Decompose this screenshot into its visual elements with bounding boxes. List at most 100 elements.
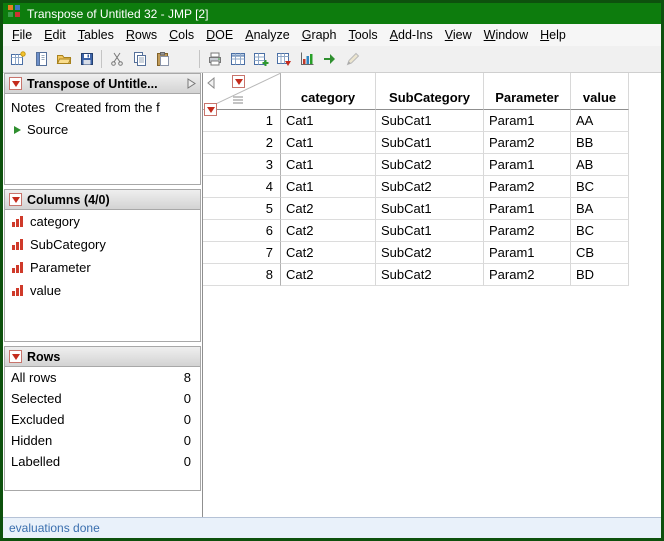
- table-cell[interactable]: SubCat1: [376, 132, 484, 154]
- table-cell[interactable]: BC: [571, 220, 629, 242]
- new-journal-icon[interactable]: [29, 48, 52, 70]
- column-header-value[interactable]: value: [571, 73, 629, 110]
- paste-icon[interactable]: [151, 48, 174, 70]
- table-cell[interactable]: SubCat2: [376, 154, 484, 176]
- table-cell[interactable]: Cat1: [281, 110, 376, 132]
- table-cell[interactable]: Cat1: [281, 154, 376, 176]
- column-header-subcategory[interactable]: SubCategory: [376, 73, 484, 110]
- save-icon[interactable]: [75, 48, 98, 70]
- table-cell[interactable]: Cat2: [281, 198, 376, 220]
- menu-addins[interactable]: Add-Ins: [384, 26, 439, 44]
- new-column-icon[interactable]: [249, 48, 272, 70]
- menu-rows[interactable]: Rows: [120, 26, 163, 44]
- stat-selected[interactable]: Selected 0: [5, 388, 200, 409]
- menu-window[interactable]: Window: [478, 26, 534, 44]
- rows-corner-red-triangle-menu[interactable]: [204, 103, 217, 116]
- data-table-icon[interactable]: [226, 48, 249, 70]
- row-number[interactable]: 2: [203, 132, 281, 154]
- column-list-icon[interactable]: [232, 92, 244, 110]
- row-number[interactable]: 4: [203, 176, 281, 198]
- stat-label: Labelled: [11, 454, 61, 469]
- menu-cols[interactable]: Cols: [163, 26, 200, 44]
- table-cell[interactable]: Param1: [484, 110, 571, 132]
- table-cell[interactable]: BB: [571, 132, 629, 154]
- cut-icon[interactable]: [105, 48, 128, 70]
- collapse-sidebar-icon[interactable]: [206, 76, 216, 94]
- table-cell[interactable]: SubCat2: [376, 242, 484, 264]
- table-cell[interactable]: Param2: [484, 132, 571, 154]
- table-cell[interactable]: AA: [571, 110, 629, 132]
- menu-help[interactable]: Help: [534, 26, 572, 44]
- table-cell[interactable]: AB: [571, 154, 629, 176]
- columns-corner-red-triangle-menu[interactable]: [232, 75, 245, 88]
- column-item-category[interactable]: category: [5, 210, 200, 233]
- title-bar[interactable]: Transpose of Untitled 32 - JMP [2]: [3, 3, 661, 24]
- row-number[interactable]: 6: [203, 220, 281, 242]
- column-item-parameter[interactable]: Parameter: [5, 256, 200, 279]
- print-icon[interactable]: [203, 48, 226, 70]
- window-title: Transpose of Untitled 32 - JMP [2]: [27, 6, 209, 21]
- table-cell[interactable]: Param1: [484, 198, 571, 220]
- panel-expand-icon[interactable]: [187, 78, 196, 89]
- table-cell[interactable]: Param2: [484, 220, 571, 242]
- stat-hidden[interactable]: Hidden 0: [5, 430, 200, 451]
- nominal-column-icon: [12, 285, 23, 296]
- column-header-category[interactable]: category: [281, 73, 376, 110]
- open-icon[interactable]: [52, 48, 75, 70]
- table-cell[interactable]: SubCat1: [376, 110, 484, 132]
- table-cell[interactable]: Param1: [484, 154, 571, 176]
- table-cell[interactable]: BD: [571, 264, 629, 286]
- column-header-parameter[interactable]: Parameter: [484, 73, 571, 110]
- toolbar-separator: [199, 50, 200, 68]
- table-menu-icon[interactable]: [272, 48, 295, 70]
- copy-icon[interactable]: [128, 48, 151, 70]
- chart-icon[interactable]: [295, 48, 318, 70]
- table-cell[interactable]: BC: [571, 176, 629, 198]
- table-cell[interactable]: Cat2: [281, 242, 376, 264]
- table-cell[interactable]: CB: [571, 242, 629, 264]
- row-number[interactable]: 7: [203, 242, 281, 264]
- table-cell[interactable]: SubCat1: [376, 198, 484, 220]
- rows-red-triangle-menu[interactable]: [9, 350, 22, 363]
- row-number[interactable]: 3: [203, 154, 281, 176]
- table-cell[interactable]: Cat2: [281, 264, 376, 286]
- column-item-subcategory[interactable]: SubCategory: [5, 233, 200, 256]
- row-number[interactable]: 8: [203, 264, 281, 286]
- stat-excluded[interactable]: Excluded 0: [5, 409, 200, 430]
- table-cell[interactable]: Param1: [484, 242, 571, 264]
- notes-row[interactable]: Notes Created from the f: [5, 94, 200, 115]
- table-cell[interactable]: Cat2: [281, 220, 376, 242]
- stat-value: 0: [183, 412, 191, 427]
- new-data-table-icon[interactable]: [6, 48, 29, 70]
- menu-file[interactable]: File: [6, 26, 38, 44]
- table-cell[interactable]: SubCat1: [376, 220, 484, 242]
- menu-edit[interactable]: Edit: [38, 26, 72, 44]
- menu-tools[interactable]: Tools: [342, 26, 383, 44]
- status-text: evaluations done: [9, 521, 100, 535]
- menu-view[interactable]: View: [439, 26, 478, 44]
- table-red-triangle-menu[interactable]: [9, 77, 22, 90]
- stat-all-rows[interactable]: All rows 8: [5, 367, 200, 388]
- table-cell[interactable]: BA: [571, 198, 629, 220]
- nominal-column-icon: [12, 262, 23, 273]
- menu-tables[interactable]: Tables: [72, 26, 120, 44]
- source-row[interactable]: Source: [5, 115, 200, 137]
- run-script-icon[interactable]: [318, 48, 341, 70]
- table-cell[interactable]: SubCat2: [376, 264, 484, 286]
- sidebar: Transpose of Untitle... Notes Created fro…: [3, 73, 203, 517]
- menu-doe[interactable]: DOE: [200, 26, 239, 44]
- row-number[interactable]: 5: [203, 198, 281, 220]
- stat-label: All rows: [11, 370, 57, 385]
- rows-panel: Rows All rows 8 Selected 0 Excluded 0 Hi…: [4, 346, 201, 491]
- table-cell[interactable]: Param2: [484, 264, 571, 286]
- table-cell[interactable]: SubCat2: [376, 176, 484, 198]
- menu-analyze[interactable]: Analyze: [239, 26, 295, 44]
- stat-labelled[interactable]: Labelled 0: [5, 451, 200, 472]
- table-cell[interactable]: Cat1: [281, 176, 376, 198]
- table-cell[interactable]: Cat1: [281, 132, 376, 154]
- jmp-app-icon[interactable]: [7, 4, 21, 23]
- table-cell[interactable]: Param2: [484, 176, 571, 198]
- menu-graph[interactable]: Graph: [296, 26, 343, 44]
- column-item-value[interactable]: value: [5, 279, 200, 302]
- columns-red-triangle-menu[interactable]: [9, 193, 22, 206]
